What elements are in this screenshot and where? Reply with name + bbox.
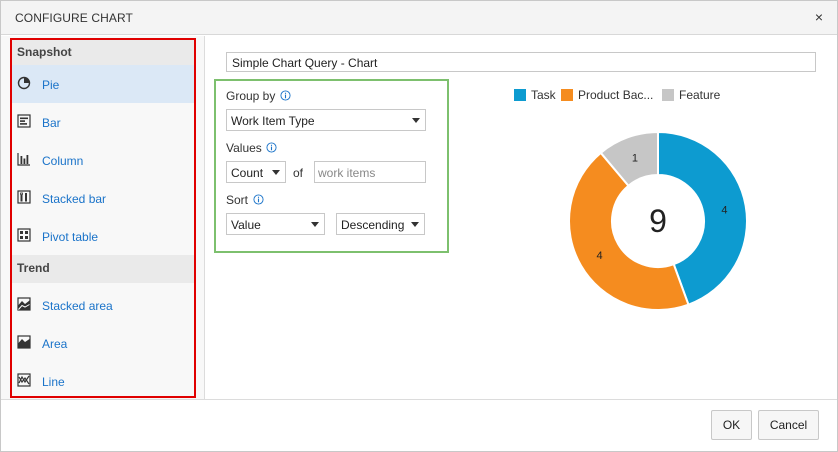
chart-type-bar[interactable]: Bar bbox=[12, 103, 194, 141]
chart-type-label: Line bbox=[42, 375, 65, 389]
legend-label-task: Task bbox=[531, 88, 556, 102]
chart-type-stacked-bar[interactable]: Stacked bar bbox=[12, 179, 194, 217]
pivot-table-icon bbox=[17, 228, 31, 242]
pie-slice-value-label: 1 bbox=[632, 153, 638, 165]
group-by-dropdown[interactable]: Work Item Type bbox=[226, 109, 426, 131]
sort-by-dropdown[interactable]: Value bbox=[226, 213, 325, 235]
sort-order-value: Descending bbox=[341, 218, 405, 232]
column-chart-icon bbox=[17, 153, 30, 166]
sort-by-value: Value bbox=[231, 218, 261, 232]
group-by-label: Group by bbox=[226, 89, 276, 103]
info-icon[interactable] bbox=[253, 194, 264, 205]
chart-type-label: Stacked area bbox=[42, 299, 113, 313]
chart-type-column[interactable]: Column bbox=[12, 141, 194, 179]
ok-button[interactable]: OK bbox=[711, 410, 752, 440]
sort-order-dropdown[interactable]: Descending bbox=[336, 213, 425, 235]
info-icon[interactable] bbox=[266, 142, 277, 153]
legend-label-feature: Feature bbox=[679, 88, 721, 102]
chevron-down-icon bbox=[411, 222, 419, 227]
chart-name-input[interactable]: Simple Chart Query - Chart bbox=[226, 52, 816, 72]
chart-type-line[interactable]: Line bbox=[12, 362, 194, 400]
pie-slice-value-label: 4 bbox=[721, 204, 727, 216]
legend-swatch-feature bbox=[662, 89, 674, 101]
chart-type-label: Stacked bar bbox=[42, 192, 107, 206]
chart-type-label: Pie bbox=[42, 78, 60, 92]
footer-divider bbox=[1, 399, 837, 400]
legend-label-product-backlog: Product Bac... bbox=[578, 88, 654, 102]
of-label: of bbox=[293, 166, 304, 180]
chart-type-label: Area bbox=[42, 337, 68, 351]
bar-chart-icon bbox=[17, 114, 31, 128]
pie-total-label: 9 bbox=[649, 203, 667, 239]
close-icon[interactable]: × bbox=[811, 9, 827, 25]
chart-type-area[interactable]: Area bbox=[12, 324, 194, 362]
values-aggregate-value: Count bbox=[231, 166, 264, 180]
chart-type-pivot-table[interactable]: Pivot table bbox=[12, 217, 194, 255]
area-chart-icon bbox=[17, 335, 31, 349]
values-field-input[interactable]: work items bbox=[314, 161, 426, 183]
stacked-bar-icon bbox=[17, 190, 31, 204]
stacked-area-icon bbox=[17, 297, 31, 311]
chart-type-label: Pivot table bbox=[42, 230, 99, 244]
trend-section-header: Trend bbox=[12, 255, 194, 283]
values-aggregate-dropdown[interactable]: Count bbox=[226, 161, 286, 183]
legend-swatch-product-backlog bbox=[561, 89, 573, 101]
chevron-down-icon bbox=[272, 170, 280, 175]
cancel-button[interactable]: Cancel bbox=[758, 410, 819, 440]
chart-type-label: Column bbox=[42, 154, 84, 168]
line-chart-icon bbox=[17, 373, 31, 387]
dialog-title: CONFIGURE CHART bbox=[15, 11, 133, 25]
dialog-titlebar: CONFIGURE CHART × bbox=[1, 1, 837, 35]
chevron-down-icon bbox=[412, 118, 420, 123]
chevron-down-icon bbox=[311, 222, 319, 227]
chart-type-label: Bar bbox=[42, 116, 61, 130]
legend-swatch-task bbox=[514, 89, 526, 101]
pie-slice-value-label: 4 bbox=[596, 250, 602, 262]
info-icon[interactable] bbox=[280, 90, 291, 101]
values-label: Values bbox=[226, 141, 262, 155]
chart-type-pie[interactable]: Pie bbox=[12, 65, 194, 103]
sort-label: Sort bbox=[226, 193, 249, 207]
donut-chart: 4 4 1 9 bbox=[568, 131, 748, 311]
snapshot-section-header: Snapshot bbox=[12, 39, 194, 67]
chart-type-stacked-area[interactable]: Stacked area bbox=[12, 286, 194, 324]
pie-icon bbox=[17, 76, 31, 90]
configure-chart-dialog: CONFIGURE CHART × Snapshot Pie Bar Colum… bbox=[0, 0, 838, 452]
group-by-value: Work Item Type bbox=[231, 114, 315, 128]
